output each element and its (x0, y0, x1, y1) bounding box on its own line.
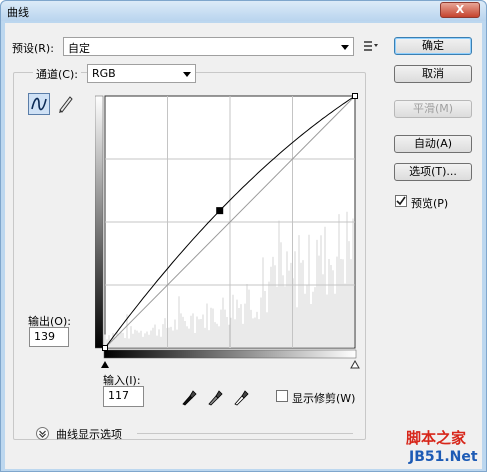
window-title: 曲线 (7, 6, 29, 19)
preset-value: 自定 (68, 42, 90, 55)
input-value: 117 (108, 389, 129, 402)
checkmark-icon (396, 196, 406, 206)
chevron-down-icon (183, 72, 191, 77)
curves-dialog: 曲线 X 预设(R): 自定 确定 取消 平滑(M) 自动(A) 选项(T)..… (0, 0, 487, 472)
chevron-down-icon (341, 45, 349, 50)
channel-select[interactable]: RGB (87, 64, 196, 83)
title-bar[interactable]: 曲线 X (1, 1, 486, 21)
preset-label: 预设(R): (12, 42, 54, 55)
preset-options-icon[interactable] (364, 40, 378, 52)
curve-graph[interactable] (95, 89, 365, 389)
preview-checkbox[interactable] (395, 195, 407, 207)
curve-control-point[interactable] (216, 207, 224, 215)
curve-point-tool[interactable] (28, 93, 50, 115)
auto-button[interactable]: 自动(A) (394, 135, 472, 153)
curve-control-point[interactable] (352, 93, 358, 99)
cancel-button[interactable]: 取消 (394, 65, 472, 83)
black-point-slider[interactable] (101, 361, 109, 368)
input-field[interactable]: 117 (103, 386, 144, 407)
divider (137, 433, 353, 434)
close-button[interactable]: X (440, 2, 480, 18)
preview-label: 预览(P) (411, 197, 449, 210)
preset-select[interactable]: 自定 (63, 37, 354, 56)
options-button[interactable]: 选项(T)... (394, 163, 472, 181)
white-eyedropper-icon[interactable] (233, 388, 249, 406)
black-eyedropper-icon[interactable] (181, 388, 197, 406)
pencil-icon (59, 96, 73, 113)
input-gradient-bar (103, 349, 357, 359)
output-value: 139 (34, 330, 55, 343)
pencil-tool[interactable] (55, 93, 77, 115)
white-point-slider[interactable] (350, 359, 360, 369)
channel-value: RGB (92, 67, 116, 80)
watermark-cn: 脚本之家 (406, 429, 467, 447)
curve-wave-icon (31, 97, 47, 111)
show-clipping-label: 显示修剪(W) (292, 392, 356, 405)
smooth-button[interactable]: 平滑(M) (394, 100, 472, 118)
output-gradient-bar (95, 95, 104, 349)
watermark-en: JB51.Net (409, 449, 478, 465)
curve-control-point[interactable] (102, 345, 108, 351)
channel-label: 通道(C): (33, 66, 81, 82)
gray-eyedropper-icon[interactable] (207, 388, 223, 406)
ok-button[interactable]: 确定 (394, 37, 472, 55)
display-options-label: 曲线显示选项 (56, 428, 122, 441)
show-clipping-checkbox[interactable] (276, 390, 288, 402)
dialog-body: 预设(R): 自定 确定 取消 平滑(M) 自动(A) 选项(T)... 预览(… (5, 23, 482, 469)
output-field[interactable]: 139 (29, 327, 69, 347)
expand-chevron-icon[interactable] (36, 427, 49, 440)
